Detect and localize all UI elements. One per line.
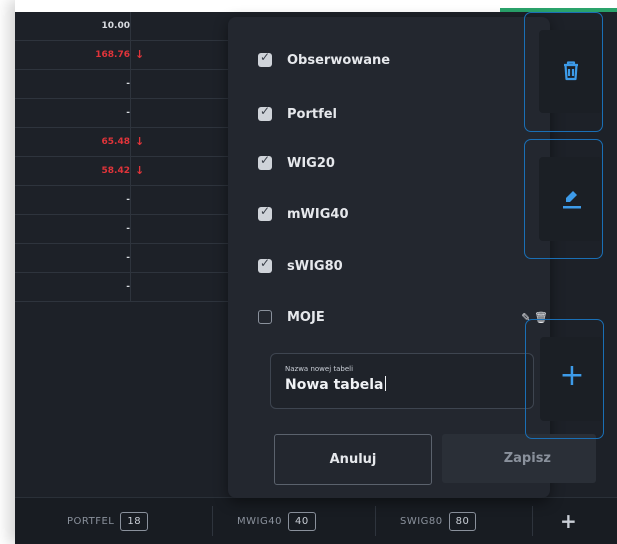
- checkbox[interactable]: [258, 310, 272, 324]
- tab-swig80[interactable]: SWIG80 80: [400, 498, 477, 544]
- option-label: Portfel: [287, 107, 338, 122]
- option-label: Obserwowane: [287, 53, 391, 68]
- option-mwig40[interactable]: ✓ mWIG40: [258, 204, 548, 227]
- cancel-button[interactable]: Anuluj: [274, 434, 432, 485]
- checkbox[interactable]: ✓: [258, 50, 272, 67]
- check-icon: ✓: [259, 256, 271, 270]
- tab-label: MWIG40: [237, 516, 282, 527]
- price-cell: -: [35, 70, 131, 98]
- option-swig80[interactable]: ✓ sWIG80: [258, 256, 548, 279]
- tab-divider: [532, 506, 533, 536]
- table-row[interactable]: -: [15, 273, 230, 302]
- down-arrow-icon: ↓: [135, 48, 145, 61]
- text-caret: [384, 376, 386, 391]
- pencil-icon: [561, 187, 583, 209]
- option-obserwowane[interactable]: ✓ Obserwowane: [258, 50, 548, 73]
- price-cell: 65.48: [35, 128, 131, 156]
- option-label: MOJE: [287, 310, 325, 325]
- option-portfel[interactable]: ✓ Portfel: [258, 104, 548, 127]
- tables-dropdown: ✓ Obserwowane ✓ Portfel ✓ WIG20 ✓ mWIG40…: [228, 17, 596, 498]
- check-icon: ✓: [259, 153, 271, 167]
- field-value-wrap[interactable]: Nowa tabela: [285, 376, 386, 393]
- add-tab-button[interactable]: +: [560, 498, 577, 544]
- price-cell: -: [35, 215, 131, 243]
- save-button[interactable]: Zapisz: [442, 434, 596, 483]
- price-cell: 168.76: [35, 41, 131, 69]
- add-table-button[interactable]: +: [525, 319, 604, 439]
- tab-mwig40[interactable]: MWIG40 40: [237, 498, 316, 544]
- down-arrow-icon: ↓: [135, 135, 145, 148]
- table-row[interactable]: 168.76 ↓: [15, 41, 230, 70]
- tab-label: SWIG80: [400, 516, 443, 527]
- table-row[interactable]: 58.42 ↓: [15, 157, 230, 186]
- option-label: WIG20: [287, 156, 335, 171]
- count-badge: 18: [120, 512, 149, 531]
- price-cell: 58.42: [35, 157, 131, 185]
- checkbox[interactable]: ✓: [258, 153, 272, 170]
- option-label: mWIG40: [287, 207, 349, 222]
- quotes-table: 10.00 168.76 ↓ - - 65.48 ↓ 58.42 ↓ - - -…: [15, 12, 230, 497]
- button-body: [539, 30, 602, 113]
- tab-label: PORTFEL: [67, 516, 115, 527]
- app-window: 10.00 168.76 ↓ - - 65.48 ↓ 58.42 ↓ - - -…: [15, 0, 617, 544]
- button-body: +: [540, 337, 603, 421]
- tab-portfel[interactable]: PORTFEL 18: [67, 498, 149, 544]
- tab-divider: [375, 506, 376, 536]
- edit-table-button[interactable]: [524, 139, 603, 259]
- table-row[interactable]: -: [15, 186, 230, 215]
- price-cell: 10.00: [35, 12, 131, 40]
- checkbox[interactable]: ✓: [258, 104, 272, 121]
- plus-icon: +: [559, 358, 585, 393]
- check-icon: ✓: [259, 104, 271, 118]
- price-cell: -: [35, 99, 131, 127]
- option-wig20[interactable]: ✓ WIG20: [258, 153, 548, 176]
- delete-table-button[interactable]: [524, 12, 603, 132]
- button-body: [539, 157, 602, 241]
- count-badge: 80: [448, 512, 477, 531]
- count-badge: 40: [287, 512, 316, 531]
- down-arrow-icon: ↓: [135, 164, 145, 177]
- new-table-name-field[interactable]: Nazwa nowej tabeli Nowa tabela: [270, 353, 534, 409]
- field-label: Nazwa nowej tabeli: [285, 365, 354, 373]
- table-row[interactable]: -: [15, 99, 230, 128]
- table-row[interactable]: -: [15, 215, 230, 244]
- price-cell: -: [35, 273, 131, 301]
- new-table-name-input[interactable]: Nowa tabela: [285, 377, 384, 393]
- table-row[interactable]: -: [15, 70, 230, 99]
- price-cell: -: [35, 186, 131, 214]
- price-cell: -: [35, 244, 131, 272]
- trash-icon: [561, 60, 581, 82]
- table-row[interactable]: -: [15, 244, 230, 273]
- table-row[interactable]: 10.00: [15, 12, 230, 41]
- option-moje[interactable]: MOJE ✎ 🗑: [258, 308, 548, 330]
- tab-divider: [212, 506, 213, 536]
- check-icon: ✓: [259, 204, 271, 218]
- checkbox[interactable]: ✓: [258, 204, 272, 221]
- option-label: sWIG80: [287, 259, 343, 274]
- table-tabs-bar: PORTFEL 18 MWIG40 40 SWIG80 80 +: [15, 497, 617, 544]
- checkbox[interactable]: ✓: [258, 256, 272, 273]
- check-icon: ✓: [259, 50, 271, 64]
- table-row[interactable]: 65.48 ↓: [15, 128, 230, 157]
